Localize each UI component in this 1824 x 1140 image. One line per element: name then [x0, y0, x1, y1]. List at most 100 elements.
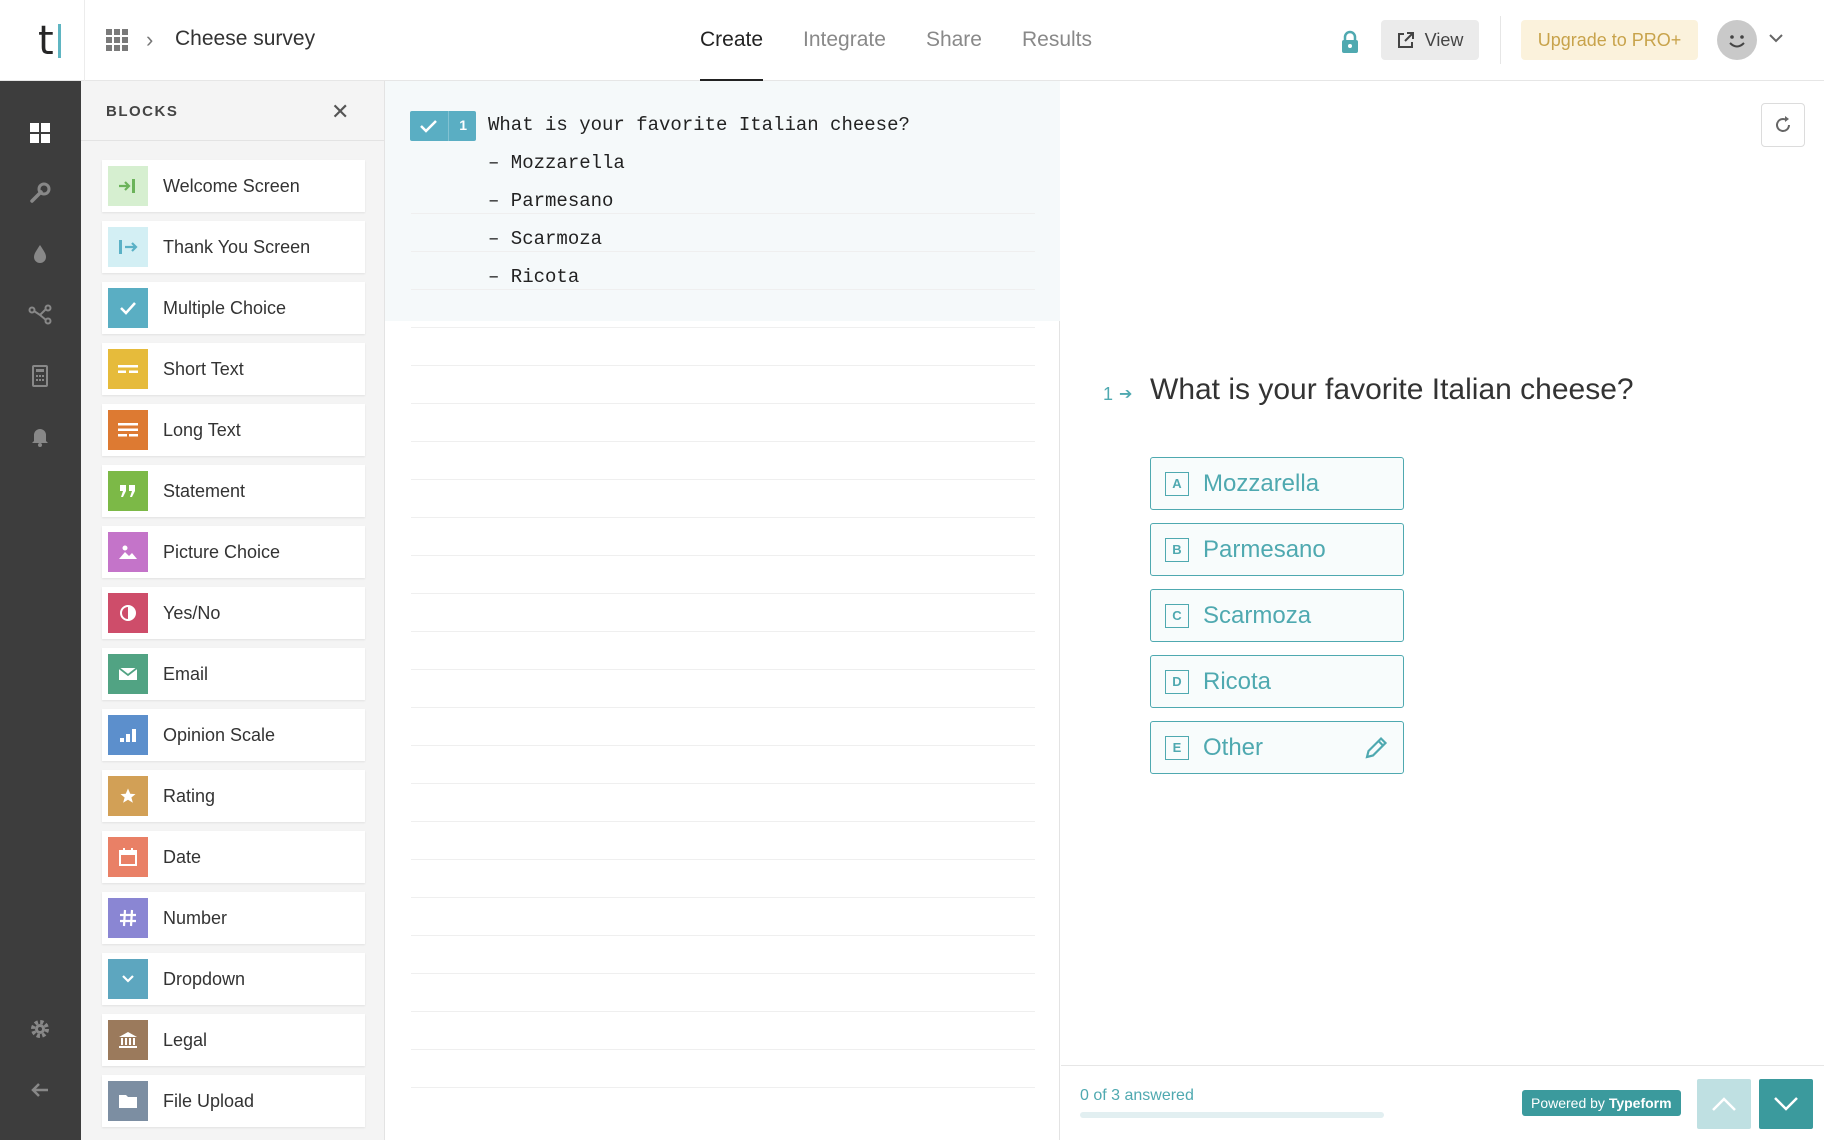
logo-letter: t	[38, 18, 54, 64]
calculator-icon[interactable]	[28, 364, 52, 388]
choice-label: Other	[1203, 733, 1264, 761]
block-multiple-choice[interactable]: Multiple Choice	[102, 282, 365, 334]
question-number: 1	[459, 117, 467, 133]
block-picture-choice[interactable]: Picture Choice	[102, 526, 365, 578]
short-text-icon	[108, 349, 148, 389]
star-icon	[108, 776, 148, 816]
choice-option-other[interactable]: E Other	[1150, 721, 1404, 774]
block-label: Opinion Scale	[163, 724, 276, 745]
refresh-button[interactable]	[1761, 103, 1805, 147]
checkmark-icon	[420, 120, 437, 133]
blocks-title: BLOCKS	[106, 103, 179, 120]
tab-integrate[interactable]: Integrate	[803, 0, 886, 81]
logic-branch-icon[interactable]	[28, 303, 52, 327]
tab-results[interactable]: Results	[1022, 0, 1092, 81]
previous-question-button[interactable]	[1697, 1079, 1751, 1129]
block-long-text[interactable]: Long Text	[102, 404, 365, 456]
progress-text: 0 of 3 answered	[1080, 1087, 1194, 1104]
block-label: Email	[163, 663, 209, 684]
avatar[interactable]	[1717, 20, 1757, 60]
preview-question-number: 1	[1103, 384, 1114, 404]
view-label: View	[1424, 29, 1464, 50]
lock-icon[interactable]	[1340, 30, 1360, 54]
chevron-down-icon	[108, 959, 148, 999]
typeform-logo[interactable]: t	[38, 18, 61, 64]
arrow-right-icon: ➔	[1119, 386, 1133, 403]
next-question-button[interactable]	[1759, 1079, 1813, 1129]
preview-footer: 0 of 3 answered Powered by Typeform	[1061, 1065, 1824, 1140]
blocks-grid-icon[interactable]	[28, 121, 52, 145]
block-label: Dropdown	[163, 968, 246, 989]
form-preview: 1 ➔ What is your favorite Italian cheese…	[1061, 81, 1824, 1140]
blocks-panel: BLOCKS ✕ Welcome Screen Thank You Screen…	[81, 81, 385, 1140]
opinion-scale-icon	[108, 715, 148, 755]
choice-key: E	[1165, 735, 1189, 760]
block-opinion-scale[interactable]: Opinion Scale	[102, 709, 365, 761]
bell-icon[interactable]	[28, 424, 52, 448]
powered-prefix: Powered by	[1531, 1095, 1605, 1111]
block-statement[interactable]: Statement	[102, 465, 365, 517]
choice-key: C	[1165, 603, 1189, 628]
editor-option-line[interactable]: – Scarmoza	[488, 228, 602, 250]
main-tabs: Create Integrate Share Results	[680, 0, 1112, 81]
block-dropdown[interactable]: Dropdown	[102, 953, 365, 1005]
wrench-icon[interactable]	[28, 181, 52, 205]
editor-option-line[interactable]: – Mozzarella	[488, 152, 625, 174]
pencil-icon[interactable]	[1363, 735, 1389, 761]
drop-icon[interactable]	[28, 242, 52, 266]
view-button[interactable]: View	[1381, 20, 1479, 60]
editor-question-line[interactable]: What is your favorite Italian cheese?	[488, 114, 910, 136]
smiley-icon	[1729, 35, 1745, 48]
editor-option-line[interactable]: – Parmesano	[488, 190, 613, 212]
block-label: Date	[163, 846, 202, 867]
block-label: Welcome Screen	[163, 175, 300, 196]
logo-bar	[57, 24, 61, 58]
arrow-left-icon[interactable]	[28, 1078, 52, 1102]
choice-label: Scarmoza	[1203, 601, 1312, 629]
upgrade-button[interactable]: Upgrade to PRO+	[1521, 20, 1698, 60]
block-label: Multiple Choice	[163, 297, 287, 318]
question-type-badge[interactable]: 1	[410, 111, 476, 141]
text-editor[interactable]: 1 What is your favorite Italian cheese? …	[385, 81, 1060, 1140]
block-email[interactable]: Email	[102, 648, 365, 700]
quote-icon	[108, 471, 148, 511]
survey-title[interactable]: Cheese survey	[175, 27, 315, 51]
left-rail	[0, 81, 81, 1140]
choice-key: A	[1165, 471, 1189, 496]
divider	[84, 0, 85, 81]
top-bar: t › Cheese survey Create Integrate Share…	[0, 0, 1824, 81]
hash-icon	[108, 898, 148, 938]
powered-by-badge[interactable]: Powered by Typeform	[1522, 1090, 1681, 1116]
choice-label: Mozzarella	[1203, 469, 1320, 497]
block-number[interactable]: Number	[102, 892, 365, 944]
block-legal[interactable]: Legal	[102, 1014, 365, 1066]
choice-option[interactable]: A Mozzarella	[1150, 457, 1404, 510]
chevron-down-icon[interactable]	[1768, 30, 1784, 46]
block-label: Statement	[163, 480, 246, 501]
block-welcome-screen[interactable]: Welcome Screen	[102, 160, 365, 212]
block-thank-you-screen[interactable]: Thank You Screen	[102, 221, 365, 273]
gear-icon[interactable]	[28, 1017, 52, 1041]
block-label: Thank You Screen	[163, 236, 311, 257]
close-icon[interactable]: ✕	[331, 99, 349, 125]
apps-grid-icon[interactable]	[106, 29, 128, 51]
block-short-text[interactable]: Short Text	[102, 343, 365, 395]
block-date[interactable]: Date	[102, 831, 365, 883]
block-file-upload[interactable]: File Upload	[102, 1075, 365, 1127]
block-label: Short Text	[163, 358, 244, 379]
choice-option[interactable]: B Parmesano	[1150, 523, 1404, 576]
chevron-right-icon: ›	[146, 27, 154, 52]
thank-you-screen-icon	[108, 227, 148, 267]
editor-option-line[interactable]: – Ricota	[488, 266, 579, 288]
preview-question-text: What is your favorite Italian cheese?	[1150, 373, 1634, 406]
choice-option[interactable]: D Ricota	[1150, 655, 1404, 708]
block-label: Legal	[163, 1029, 208, 1050]
block-rating[interactable]: Rating	[102, 770, 365, 822]
block-yes-no[interactable]: Yes/No	[102, 587, 365, 639]
choice-option[interactable]: C Scarmoza	[1150, 589, 1404, 642]
tab-share[interactable]: Share	[926, 0, 982, 81]
chevron-up-icon	[1712, 1097, 1736, 1111]
welcome-screen-icon	[108, 166, 148, 206]
tab-create[interactable]: Create	[700, 0, 764, 81]
block-label: Rating	[163, 785, 216, 806]
